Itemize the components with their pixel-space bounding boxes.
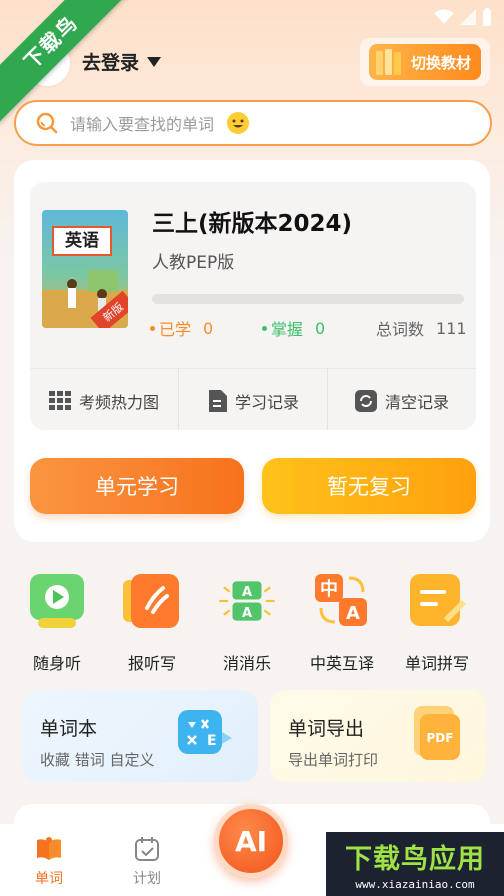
svg-text:A: A xyxy=(242,606,253,621)
switch-textbook-button[interactable]: 切换教材 xyxy=(360,38,490,86)
search-icon xyxy=(36,112,58,134)
record-icon xyxy=(208,390,227,412)
match-game-icon: A A xyxy=(219,581,275,621)
caret-down-icon xyxy=(147,56,162,67)
panel-divider xyxy=(30,368,476,369)
svg-text:PDF: PDF xyxy=(427,731,454,745)
mastered-label: 掌握 xyxy=(271,320,304,339)
calendar-icon xyxy=(135,837,159,861)
wifi-icon xyxy=(434,9,454,24)
study-record-label: 学习记录 xyxy=(234,393,299,412)
feature-spelling[interactable]: 单词拼写 xyxy=(392,570,482,674)
play-icon xyxy=(30,574,84,628)
switch-textbook-label: 切换教材 xyxy=(410,53,471,72)
search-placeholder: 请输入要查找的单词 xyxy=(70,115,215,134)
export-card[interactable]: 单词导出 导出单词打印 PDF xyxy=(270,690,486,782)
book-open-icon xyxy=(37,837,61,860)
dictation-icon xyxy=(123,574,179,628)
book-edition: 人教PEP版 xyxy=(152,253,235,273)
mastered-stat: 掌握 0 xyxy=(262,316,325,340)
learned-label: 已学 xyxy=(159,320,192,339)
feature-label: 单词拼写 xyxy=(404,654,469,673)
wordbook-card[interactable]: 单词本 收藏 错词 自定义 E xyxy=(22,690,258,782)
clear-record-button[interactable]: 清空记录 xyxy=(328,372,476,430)
books-icon xyxy=(375,49,401,75)
watermark-url: www.xiazainiao.com xyxy=(355,878,475,891)
ai-assistant-button[interactable]: AI xyxy=(214,804,288,878)
tab-words-label: 单词 xyxy=(35,871,63,887)
total-value: 111 xyxy=(436,318,467,338)
total-label: 总词数 xyxy=(376,320,425,339)
search-bar[interactable]: 请输入要查找的单词 xyxy=(14,100,492,146)
feature-label: 中英互译 xyxy=(309,654,374,673)
learned-stat: 已学 0 xyxy=(150,316,213,340)
study-record-button[interactable]: 学习记录 xyxy=(179,372,327,430)
smile-emoji-icon xyxy=(227,112,250,134)
tool-cards: 单词本 收藏 错词 自定义 E 单词导出 导出单词打印 PDF xyxy=(0,690,504,782)
ai-label: AI xyxy=(234,824,268,858)
mastered-dot xyxy=(262,325,267,331)
feature-label: 报听写 xyxy=(127,654,176,673)
watermark-logo: 下载鸟应用 www.xiazainiao.com xyxy=(326,832,504,896)
mastered-value: 0 xyxy=(315,318,326,338)
feature-grid: 随身听 报听写 A A 消消乐 中 A 中英互译 单词拼写 xyxy=(0,570,504,678)
svg-text:中: 中 xyxy=(320,578,338,600)
tab-words[interactable]: 单词 xyxy=(14,836,84,888)
feature-label: 消消乐 xyxy=(222,654,271,673)
learned-dot xyxy=(150,325,155,331)
login-button[interactable]: 去登录 xyxy=(82,48,162,75)
spelling-icon xyxy=(410,574,466,626)
clear-record-label: 清空记录 xyxy=(384,393,449,412)
login-label: 去登录 xyxy=(82,52,140,74)
heatmap-label: 考频热力图 xyxy=(78,393,159,412)
feature-listen[interactable]: 随身听 xyxy=(12,570,102,674)
book-title: 三上(新版本2024) xyxy=(152,211,353,237)
study-progress-bar xyxy=(152,294,464,304)
wordbook-icon: E xyxy=(178,710,232,754)
total-stat: 总词数 111 xyxy=(376,316,467,340)
book-panel: 英语 新版 三上(新版本2024) 人教PEP版 已学 0 掌握 0 总词数 1… xyxy=(30,182,476,430)
svg-text:A: A xyxy=(242,585,253,600)
unit-study-button[interactable]: 单元学习 xyxy=(30,458,244,514)
svg-text:E: E xyxy=(207,733,217,749)
learned-value: 0 xyxy=(203,318,214,338)
feature-dictation[interactable]: 报听写 xyxy=(107,570,197,674)
textbook-card: 英语 新版 三上(新版本2024) 人教PEP版 已学 0 掌握 0 总词数 1… xyxy=(14,160,490,542)
book-cover[interactable]: 英语 新版 xyxy=(42,210,128,328)
translate-icon: 中 A xyxy=(315,574,367,626)
feature-match-game[interactable]: A A 消消乐 xyxy=(202,570,292,674)
pdf-icon: PDF xyxy=(414,706,460,760)
tab-plan[interactable]: 计划 xyxy=(112,836,182,888)
review-button[interactable]: 暂无复习 xyxy=(262,458,476,514)
tab-plan-label: 计划 xyxy=(133,871,161,887)
signal-icon xyxy=(460,9,476,25)
svg-text:A: A xyxy=(346,603,360,624)
refresh-icon xyxy=(354,390,377,412)
heatmap-button[interactable]: 考频热力图 xyxy=(30,372,178,430)
feature-translate[interactable]: 中 A 中英互译 xyxy=(297,570,387,674)
watermark-main: 下载鸟应用 xyxy=(345,844,485,875)
feature-label: 随身听 xyxy=(32,654,81,673)
battery-icon xyxy=(483,8,491,26)
grid-icon xyxy=(48,391,71,410)
